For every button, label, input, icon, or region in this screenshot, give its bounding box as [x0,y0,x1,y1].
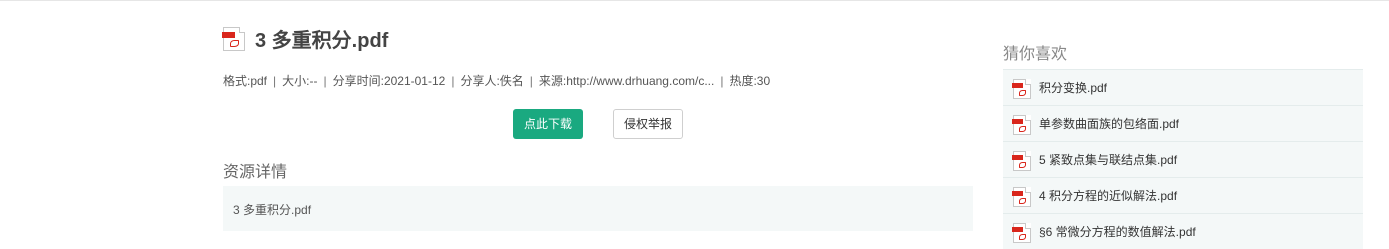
recommend-list: 积分变换.pdf 单参数曲面族的包络面.pdf 5 紧致点集与联结点集.pdf … [1003,69,1363,249]
title-row: 3 多重积分.pdf [222,24,389,53]
pdf-file-icon [1012,151,1031,171]
recommend-item[interactable]: §6 常微分方程的数值解法.pdf [1003,213,1363,249]
recommend-item[interactable]: 单参数曲面族的包络面.pdf [1003,105,1363,141]
details-panel: 3 多重积分.pdf [223,186,973,231]
pdf-file-icon [222,26,245,51]
recommend-item[interactable]: 4 积分方程的近似解法.pdf [1003,177,1363,213]
recommend-item[interactable]: 5 紧致点集与联结点集.pdf [1003,141,1363,177]
report-button[interactable]: 侵权举报 [613,109,683,139]
recommend-item[interactable]: 积分变换.pdf [1003,69,1363,105]
sidebar-title: 猜你喜欢 [1003,46,1068,63]
meta-separator: | [451,74,455,88]
meta-source: 来源:http://www.drhuang.com/c... [538,74,715,88]
file-meta: 格式:pdf | 大小:-- | 分享时间:2021-01-12 | 分享人:佚名 | 来源:h… [223,72,770,89]
meta-size: 大小:-- [282,74,318,88]
details-heading: 资源详情 [223,164,288,181]
meta-popularity: 热度:30 [729,74,771,88]
pdf-file-icon [1012,115,1031,135]
meta-share-time: 分享时间:2021-01-12 [332,74,446,88]
meta-separator: | [529,74,533,88]
recommend-item-label: 5 紧致点集与联结点集.pdf [1039,153,1178,167]
pdf-file-icon [1012,79,1031,99]
recommend-item-label: §6 常微分方程的数值解法.pdf [1039,225,1196,239]
recommend-item-label: 积分变换.pdf [1039,81,1108,95]
meta-separator: | [720,74,724,88]
pdf-file-icon [1012,187,1031,207]
meta-format: 格式:pdf [223,74,268,88]
meta-separator: | [273,74,277,88]
recommend-item-label: 单参数曲面族的包络面.pdf [1039,117,1180,131]
top-divider [0,0,1389,1]
meta-sharer: 分享人:佚名 [460,74,524,88]
download-button[interactable]: 点此下载 [513,109,583,139]
pdf-file-icon [1012,223,1031,243]
page-title: 3 多重积分.pdf [255,30,389,52]
meta-separator: | [323,74,327,88]
recommend-item-label: 4 积分方程的近似解法.pdf [1039,189,1178,203]
details-text: 3 多重积分.pdf [233,203,312,217]
